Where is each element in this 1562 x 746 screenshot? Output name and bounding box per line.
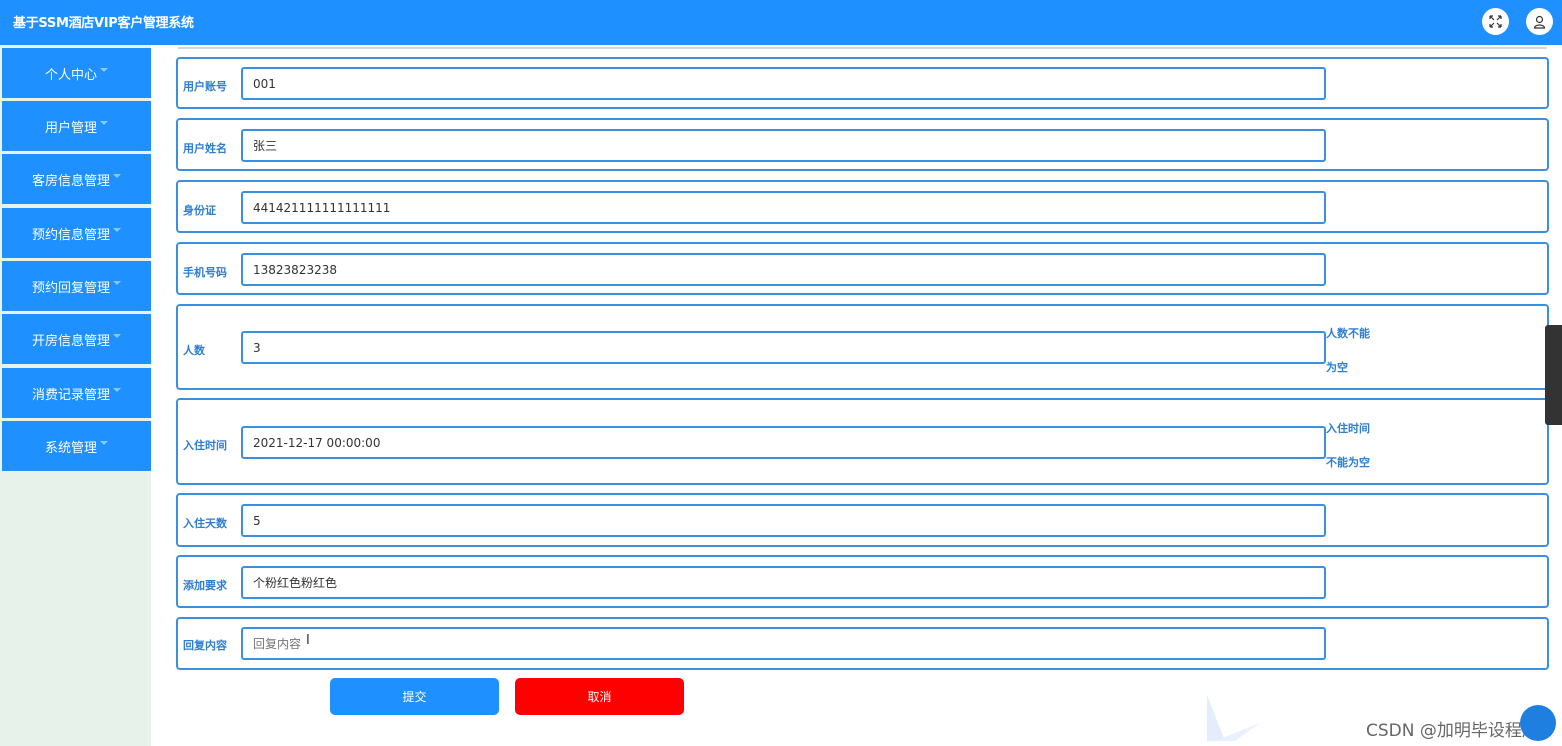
sidebar-item-booking-info[interactable]: 预约信息管理 (2, 208, 151, 258)
days-field[interactable] (241, 504, 1326, 537)
user-menu-button[interactable] (1526, 8, 1553, 35)
sidebar-item-user-management[interactable]: 用户管理 (2, 101, 151, 151)
sidebar: 个人中心 用户管理 客房信息管理 预约信息管理 预约回复管理 开房信息管理 消费… (0, 45, 151, 746)
sidebar-item-room-info[interactable]: 客房信息管理 (2, 154, 151, 204)
sidebar-item-label: 预约信息管理 (31, 227, 110, 243)
field-label: 回复内容 (183, 639, 227, 652)
form-row-days: 入住天数 (176, 493, 1549, 547)
requirements-field[interactable] (241, 566, 1326, 599)
chevron-down-icon (100, 68, 108, 72)
side-scroll-handle[interactable] (1545, 325, 1562, 425)
checkin-time-field[interactable] (241, 426, 1326, 459)
app-title: 基于SSM酒店VIP客户管理系统 (13, 16, 194, 31)
sidebar-item-label: 客房信息管理 (31, 173, 110, 189)
fullscreen-icon (1489, 15, 1502, 28)
validation-hint: 为空 (1326, 361, 1348, 374)
field-label: 手机号码 (183, 266, 227, 279)
name-field[interactable] (241, 129, 1326, 162)
guests-field[interactable] (241, 331, 1326, 364)
field-label: 用户账号 (183, 80, 227, 93)
form-row-id-card: 身份证 (176, 180, 1549, 233)
chevron-down-icon (113, 334, 121, 338)
id-card-field[interactable] (241, 191, 1326, 224)
chevron-down-icon (113, 174, 121, 178)
validation-hint: 入住时间 (1326, 422, 1370, 435)
field-label: 入住时间 (183, 439, 227, 452)
sidebar-item-label: 用户管理 (44, 120, 97, 136)
field-label: 用户姓名 (183, 142, 227, 155)
cancel-button[interactable]: 取消 (515, 678, 684, 715)
chevron-down-icon (100, 441, 108, 445)
text-cursor-icon: I (306, 633, 310, 648)
sidebar-item-checkin-info[interactable]: 开房信息管理 (2, 314, 151, 364)
field-label: 入住天数 (183, 517, 227, 530)
form-row-checkin-time: 入住时间 入住时间 不能为空 (176, 398, 1549, 485)
app-header: 基于SSM酒店VIP客户管理系统 (0, 0, 1562, 45)
submit-button[interactable]: 提交 (330, 678, 499, 715)
form-row-phone: 手机号码 (176, 242, 1549, 295)
form-row-reply: 回复内容 (176, 617, 1549, 670)
phone-field[interactable] (241, 253, 1326, 286)
sidebar-item-label: 系统管理 (44, 440, 97, 456)
field-label: 人数 (183, 344, 205, 357)
sidebar-item-consumption-records[interactable]: 消费记录管理 (2, 368, 151, 418)
field-label: 身份证 (183, 204, 216, 217)
divider (178, 47, 1547, 49)
sidebar-item-label: 预约回复管理 (31, 280, 110, 296)
chevron-down-icon (113, 281, 121, 285)
sidebar-item-booking-reply[interactable]: 预约回复管理 (2, 261, 151, 311)
form-row-account: 用户账号 (176, 57, 1549, 109)
watermark: CSDN @加明毕设程序 (1366, 721, 1539, 741)
form-row-name: 用户姓名 (176, 118, 1549, 171)
form-row-guests: 人数 人数不能 为空 (176, 304, 1549, 390)
account-field[interactable] (241, 67, 1326, 100)
user-icon (1533, 15, 1546, 29)
form-row-requirements: 添加要求 (176, 555, 1549, 608)
sidebar-item-personal-center[interactable]: 个人中心 (2, 48, 151, 98)
sidebar-item-label: 开房信息管理 (31, 333, 110, 349)
sidebar-item-label: 个人中心 (44, 67, 97, 83)
chevron-down-icon (100, 121, 108, 125)
chevron-down-icon (113, 388, 121, 392)
reply-content-field[interactable] (241, 627, 1326, 660)
field-label: 添加要求 (183, 579, 227, 592)
fullscreen-button[interactable] (1482, 8, 1509, 35)
chevron-down-icon (113, 228, 121, 232)
validation-hint: 不能为空 (1326, 456, 1370, 469)
validation-hint: 人数不能 (1326, 327, 1370, 340)
watermark-logo-icon (1207, 695, 1260, 741)
floating-help-button[interactable] (1520, 705, 1556, 741)
sidebar-item-system-management[interactable]: 系统管理 (2, 421, 151, 471)
sidebar-item-label: 消费记录管理 (31, 387, 110, 403)
